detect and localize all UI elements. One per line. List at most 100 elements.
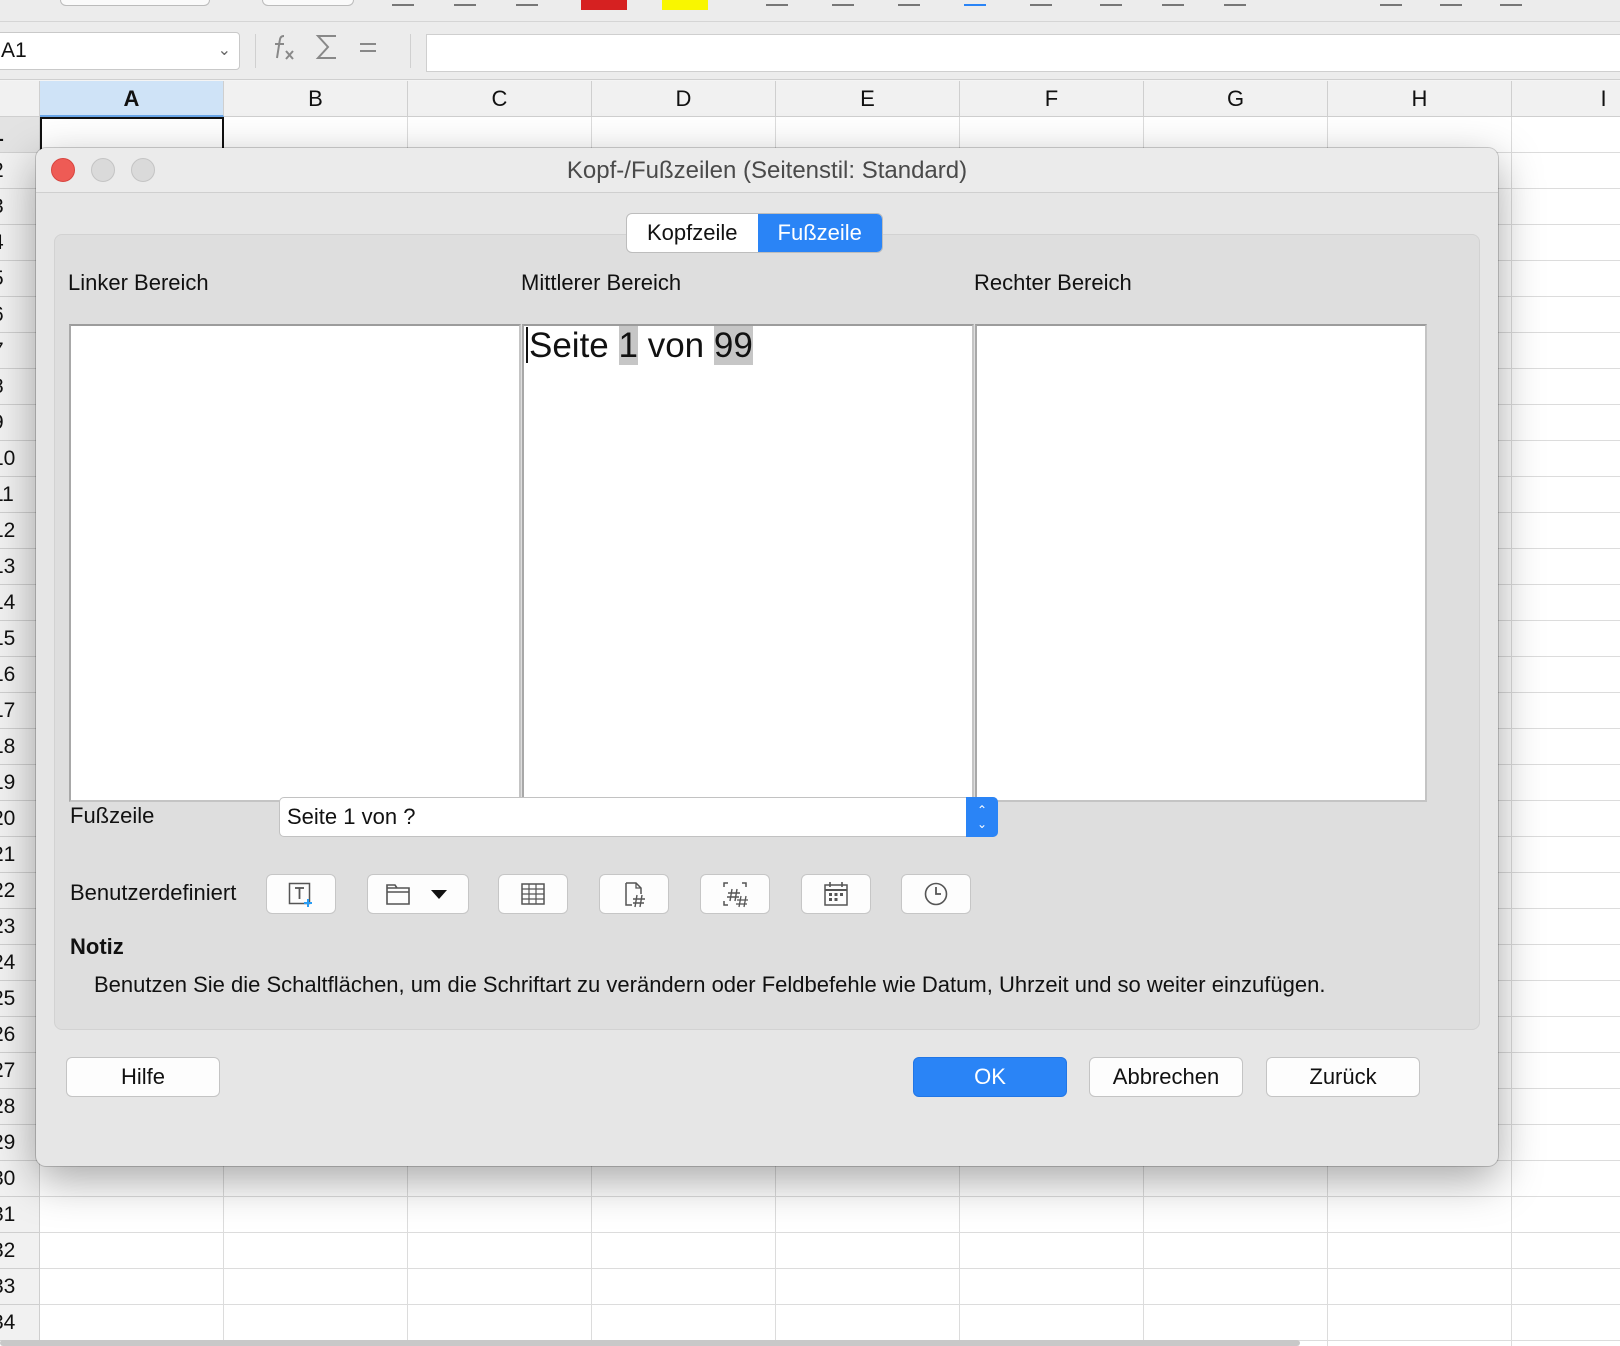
- row-header[interactable]: 10: [0, 441, 40, 477]
- align-right-icon[interactable]: [898, 0, 920, 6]
- row-header[interactable]: 22: [0, 873, 40, 909]
- tab-footer[interactable]: Fußzeile: [757, 214, 882, 252]
- merge-cells-icon[interactable]: [1030, 0, 1052, 6]
- italic-icon[interactable]: [454, 0, 476, 6]
- row-header[interactable]: 13: [0, 549, 40, 585]
- row-header[interactable]: 11: [0, 477, 40, 513]
- row-header[interactable]: 8: [0, 369, 40, 405]
- footer-preset-select[interactable]: Seite 1 von ? ⌃ ⌄: [279, 797, 998, 837]
- percent-icon[interactable]: [1440, 0, 1462, 6]
- cancel-button[interactable]: Abbrechen: [1089, 1057, 1243, 1097]
- equals-icon[interactable]: [358, 35, 378, 66]
- column-header[interactable]: E: [776, 81, 960, 117]
- page-count-button[interactable]: [700, 874, 770, 914]
- column-header[interactable]: I: [1512, 81, 1620, 117]
- center-area-editor[interactable]: Seite 1 von 99: [522, 324, 974, 802]
- row-header[interactable]: 31: [0, 1197, 40, 1233]
- page-count-icon: [721, 880, 749, 908]
- decimal-icon[interactable]: [1500, 0, 1522, 6]
- row-header[interactable]: 26: [0, 1017, 40, 1053]
- row-header[interactable]: 33: [0, 1269, 40, 1305]
- row-header[interactable]: 6: [0, 297, 40, 333]
- text-segment: von: [637, 326, 714, 365]
- row-header[interactable]: 16: [0, 657, 40, 693]
- row-header[interactable]: 27: [0, 1053, 40, 1089]
- row-header[interactable]: 29: [0, 1125, 40, 1161]
- font-name-box[interactable]: [60, 0, 210, 6]
- row-header[interactable]: 3: [0, 189, 40, 225]
- sheet-name-icon: [519, 880, 547, 908]
- left-area-editor[interactable]: [69, 324, 521, 802]
- align-middle-icon[interactable]: [1162, 0, 1184, 6]
- page-number-button[interactable]: [599, 874, 669, 914]
- text-segment: Seite: [529, 326, 619, 365]
- horizontal-scrollbar[interactable]: [0, 1340, 1300, 1346]
- chevron-up-down-icon[interactable]: ⌃ ⌄: [966, 797, 998, 837]
- column-header[interactable]: B: [224, 81, 408, 117]
- row-header[interactable]: 25: [0, 981, 40, 1017]
- row-header[interactable]: 23: [0, 909, 40, 945]
- sheet-name-button[interactable]: [498, 874, 568, 914]
- text-attributes-button[interactable]: [266, 874, 336, 914]
- reset-button[interactable]: Zurück: [1266, 1057, 1420, 1097]
- column-header[interactable]: C: [408, 81, 592, 117]
- align-left-icon[interactable]: [766, 0, 788, 6]
- chevron-down-icon[interactable]: ⌄: [218, 33, 231, 69]
- font-size-box[interactable]: [262, 0, 354, 6]
- title-dropdown-button[interactable]: [367, 874, 469, 914]
- ok-button[interactable]: OK: [913, 1057, 1067, 1097]
- row-header[interactable]: 15: [0, 621, 40, 657]
- name-box[interactable]: A1 ⌄: [0, 32, 240, 70]
- column-header[interactable]: F: [960, 81, 1144, 117]
- grid-line: [40, 1196, 1620, 1197]
- tab-bar: Kopfzeile Fußzeile: [626, 213, 883, 253]
- footer-preset-value: Seite 1 von ?: [287, 804, 416, 829]
- column-header[interactable]: H: [1328, 81, 1512, 117]
- page-count-field[interactable]: 99: [713, 326, 753, 365]
- time-button[interactable]: [901, 874, 971, 914]
- align-bottom-icon[interactable]: [1224, 0, 1246, 6]
- row-header[interactable]: 1: [0, 117, 40, 153]
- row-header[interactable]: 4: [0, 225, 40, 261]
- row-header[interactable]: 17: [0, 693, 40, 729]
- column-header[interactable]: D: [592, 81, 776, 117]
- align-top-icon[interactable]: [1100, 0, 1122, 6]
- column-header[interactable]: G: [1144, 81, 1328, 117]
- row-header[interactable]: 19: [0, 765, 40, 801]
- align-center-icon[interactable]: [832, 0, 854, 6]
- select-all-corner[interactable]: [0, 81, 40, 117]
- highlight-color-icon[interactable]: [662, 0, 708, 10]
- row-header[interactable]: 2: [0, 153, 40, 189]
- row-header[interactable]: 20: [0, 801, 40, 837]
- row-header[interactable]: 5: [0, 261, 40, 297]
- tab-header[interactable]: Kopfzeile: [627, 214, 758, 252]
- row-header[interactable]: 14: [0, 585, 40, 621]
- text-attributes-icon: [287, 880, 315, 908]
- date-button[interactable]: [801, 874, 871, 914]
- number-format-icon[interactable]: [1380, 0, 1402, 6]
- sum-icon[interactable]: [314, 33, 340, 68]
- dialog-titlebar[interactable]: Kopf-/Fußzeilen (Seitenstil: Standard): [36, 148, 1498, 193]
- help-button[interactable]: Hilfe: [66, 1057, 220, 1097]
- right-area-editor[interactable]: [975, 324, 1427, 802]
- formula-input[interactable]: [426, 34, 1620, 72]
- row-header[interactable]: 30: [0, 1161, 40, 1197]
- row-header[interactable]: 21: [0, 837, 40, 873]
- note-text: Benutzen Sie die Schaltflächen, um die S…: [94, 972, 1326, 997]
- row-header[interactable]: 24: [0, 945, 40, 981]
- row-header[interactable]: 32: [0, 1233, 40, 1269]
- text-caret: [526, 327, 528, 363]
- function-wizard-icon[interactable]: [272, 32, 298, 69]
- font-color-icon[interactable]: [581, 0, 627, 10]
- row-header[interactable]: 18: [0, 729, 40, 765]
- row-header[interactable]: 28: [0, 1089, 40, 1125]
- column-header[interactable]: A: [40, 81, 224, 117]
- page-number-field[interactable]: 1: [618, 326, 638, 365]
- row-header[interactable]: 12: [0, 513, 40, 549]
- row-header[interactable]: 9: [0, 405, 40, 441]
- row-header[interactable]: 34: [0, 1305, 40, 1341]
- underline-icon[interactable]: [516, 0, 538, 6]
- row-header[interactable]: 7: [0, 333, 40, 369]
- bold-icon[interactable]: [392, 0, 414, 6]
- wrap-text-icon[interactable]: [964, 0, 986, 6]
